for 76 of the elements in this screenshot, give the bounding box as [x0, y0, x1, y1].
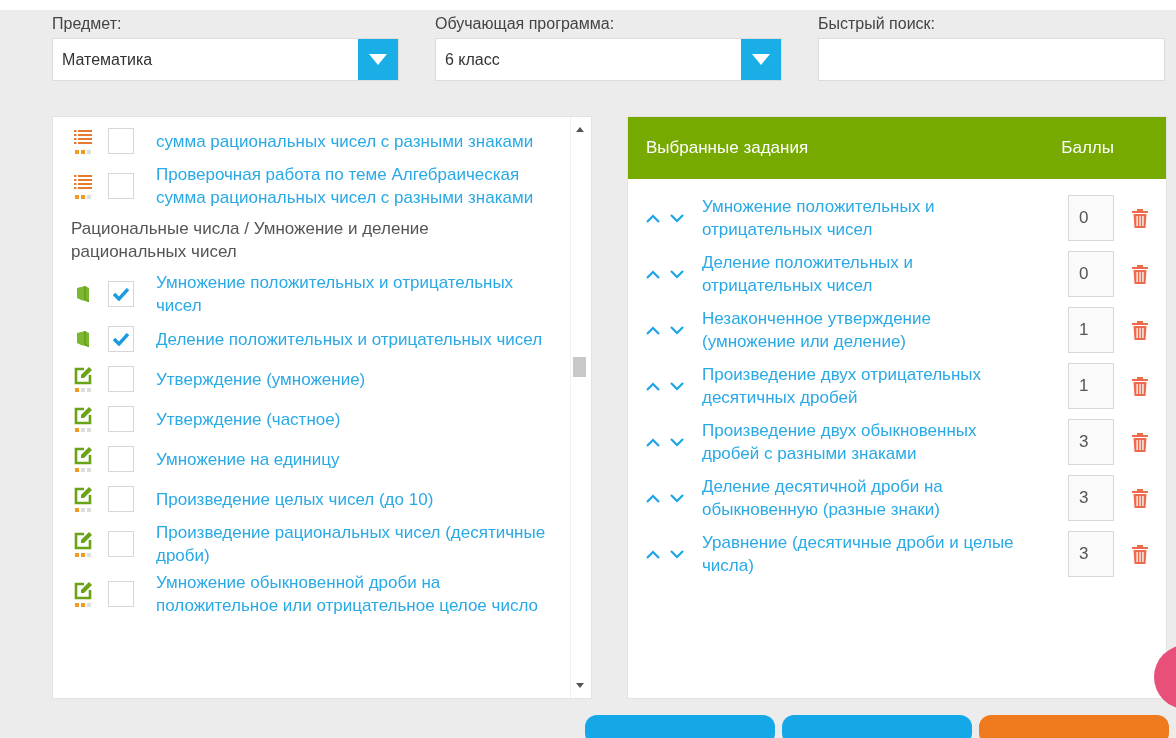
task-link[interactable]: Произведение двух отрицательных десятичных дробей [702, 363, 1058, 409]
delete-icon[interactable] [1132, 432, 1148, 452]
delete-icon[interactable] [1132, 320, 1148, 340]
list-icon [74, 173, 92, 192]
task-link[interactable]: Уравнение (десятичные дроби и целые числа) [702, 531, 1058, 577]
points-field[interactable]: 3 [1068, 475, 1114, 521]
points-field[interactable]: 1 [1068, 363, 1114, 409]
pencil-square-icon [74, 581, 92, 600]
delete-icon[interactable] [1132, 264, 1148, 284]
check-icon [113, 287, 129, 301]
task-link[interactable]: Утверждение (умножение) [156, 367, 366, 391]
checkbox[interactable] [108, 531, 134, 557]
points-field[interactable]: 1 [1068, 307, 1114, 353]
column-heading: Баллы [1061, 138, 1114, 158]
checkbox[interactable] [108, 486, 134, 512]
pencil-square-icon [74, 406, 92, 425]
task-link[interactable]: Умножение на единицу [156, 447, 340, 471]
dropdown[interactable]: Математика [52, 38, 399, 81]
task-link[interactable]: Произведение рациональных чисел (десятичные дроби) [156, 521, 556, 567]
field-label: Быстрый поиск: [818, 15, 937, 33]
delete-icon[interactable] [1132, 488, 1148, 508]
move-down-icon[interactable] [670, 269, 684, 279]
checkbox[interactable] [108, 406, 134, 432]
checkbox[interactable] [108, 173, 134, 199]
task-link[interactable]: Произведение целых чисел (до 10) [156, 487, 434, 511]
check-icon [113, 332, 129, 346]
section-heading: Рациональные числа / Умножение и деление рациональных чисел [70, 218, 430, 263]
checkbox[interactable] [108, 581, 134, 607]
move-down-icon[interactable] [670, 325, 684, 335]
move-up-icon[interactable] [646, 325, 660, 335]
book-icon [76, 331, 90, 347]
task-link[interactable]: Деление положительных и отрицательных чисел [156, 327, 543, 351]
task-link[interactable]: Умножение обыкновенной дроби на положительное или отрицательное целое число [156, 571, 556, 617]
checkbox[interactable] [108, 326, 134, 352]
move-down-icon[interactable] [670, 493, 684, 503]
dropdown[interactable]: 6 класс [435, 38, 782, 81]
move-up-icon[interactable] [646, 381, 660, 391]
task-link[interactable]: Утверждение (частное) [156, 407, 341, 431]
move-up-icon[interactable] [646, 437, 660, 447]
list-icon [74, 128, 92, 147]
search-field[interactable] [818, 38, 1165, 81]
task-link[interactable]: Умножение положительных и отрицательных чисел [702, 195, 1058, 241]
points-field[interactable]: 3 [1068, 531, 1114, 577]
points-field[interactable]: 3 [1068, 419, 1114, 465]
pencil-square-icon [74, 366, 92, 385]
move-down-icon[interactable] [670, 549, 684, 559]
move-up-icon[interactable] [646, 493, 660, 503]
field-label: Обучающая программа: [435, 15, 616, 33]
book-icon [76, 286, 90, 302]
checkbox[interactable] [108, 366, 134, 392]
pencil-square-icon [74, 486, 92, 505]
task-link[interactable]: Деление положительных и отрицательных чисел [702, 251, 1058, 297]
delete-icon[interactable] [1132, 544, 1148, 564]
points-field[interactable]: 0 [1068, 195, 1114, 241]
points-field[interactable]: 0 [1068, 251, 1114, 297]
task-link[interactable]: Умножение положительных и отрицательных чисел [156, 271, 556, 317]
move-down-icon[interactable] [670, 381, 684, 391]
move-up-icon[interactable] [646, 213, 660, 223]
checkbox[interactable] [108, 281, 134, 307]
move-up-icon[interactable] [646, 269, 660, 279]
task-link[interactable]: Деление десятичной дроби на обыкновенную (разные знаки) [702, 475, 1058, 521]
task-link[interactable]: Незаконченное утверждение (умножение или деление) [702, 307, 1058, 353]
panel-title: Выбранные задания [646, 138, 810, 158]
checkbox[interactable] [108, 446, 134, 472]
task-link[interactable]: Проверочная работа по теме Алгебраическая сумма рациональных чисел с разными знаками [156, 163, 556, 209]
delete-icon[interactable] [1132, 376, 1148, 396]
pencil-square-icon [74, 446, 92, 465]
checkbox[interactable] [108, 128, 134, 154]
delete-icon[interactable] [1132, 208, 1148, 228]
field-label: Предмет: [52, 15, 123, 33]
move-up-icon[interactable] [646, 549, 660, 559]
move-down-icon[interactable] [670, 437, 684, 447]
pencil-square-icon [74, 531, 92, 550]
move-down-icon[interactable] [670, 213, 684, 223]
task-link[interactable]: сумма рациональных чисел с разными знаками [156, 129, 534, 153]
task-link[interactable]: Произведение двух обыкновенных дробей с разными знаками [702, 419, 1058, 465]
